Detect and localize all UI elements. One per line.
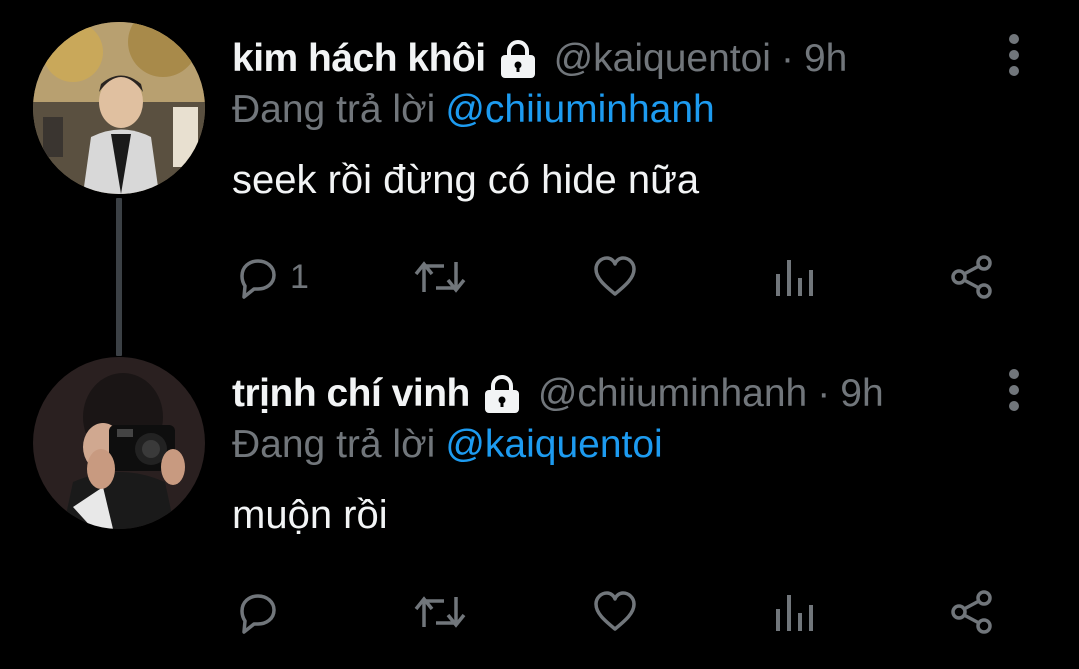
analytics-icon xyxy=(776,595,813,631)
share-icon xyxy=(951,255,992,299)
action-bar: 1 xyxy=(232,249,1012,305)
timestamp[interactable]: 9h xyxy=(840,372,883,416)
retweet-icon xyxy=(414,596,466,628)
like-icon xyxy=(594,256,636,296)
reply-icon xyxy=(240,259,276,299)
retweet-button[interactable] xyxy=(410,584,470,640)
reply-button[interactable]: 1 xyxy=(232,249,309,305)
tweet-header: trịnh chí vinh @chiiuminhanh · 9h xyxy=(232,369,884,419)
user-handle[interactable]: @chiiuminhanh xyxy=(538,372,807,416)
like-button[interactable] xyxy=(590,249,640,305)
user-handle[interactable]: @kaiquentoi xyxy=(554,37,771,81)
tweet[interactable]: trịnh chí vinh @chiiuminhanh · 9h Đang t… xyxy=(0,335,1079,669)
like-button[interactable] xyxy=(590,584,640,640)
analytics-button[interactable] xyxy=(770,584,820,640)
thread-connector xyxy=(116,198,122,356)
tweet-text: muộn rồi xyxy=(232,493,388,537)
retweet-icon xyxy=(414,261,466,293)
action-bar xyxy=(232,584,1012,640)
reply-mention-link[interactable]: @chiiuminhanh xyxy=(445,88,714,131)
avatar[interactable] xyxy=(33,22,205,194)
reply-button[interactable] xyxy=(232,584,290,640)
separator: · xyxy=(780,37,794,80)
reply-context: Đang trả lời @chiiuminhanh xyxy=(232,88,715,132)
reply-count: 1 xyxy=(290,257,309,296)
reply-prefix: Đang trả lời xyxy=(232,423,436,466)
more-vertical-icon[interactable] xyxy=(1004,369,1024,413)
analytics-button[interactable] xyxy=(770,249,820,305)
analytics-icon xyxy=(776,260,813,296)
like-icon xyxy=(594,591,636,631)
tweet-header: kim hách khôi @kaiquentoi · 9h xyxy=(232,34,847,84)
avatar[interactable] xyxy=(33,357,205,529)
tweet-text: seek rồi đừng có hide nữa xyxy=(232,158,700,202)
share-icon xyxy=(951,590,992,634)
lock-icon xyxy=(480,374,524,414)
retweet-button[interactable] xyxy=(410,249,470,305)
reply-mention-link[interactable]: @kaiquentoi xyxy=(445,423,662,466)
lock-icon xyxy=(496,39,540,79)
reply-prefix: Đang trả lời xyxy=(232,88,436,131)
timestamp[interactable]: 9h xyxy=(804,37,847,81)
more-vertical-icon[interactable] xyxy=(1004,34,1024,78)
display-name[interactable]: trịnh chí vinh xyxy=(232,372,470,416)
tweet[interactable]: kim hách khôi @kaiquentoi · 9h Đang trả … xyxy=(0,0,1079,356)
separator: · xyxy=(817,372,831,415)
display-name[interactable]: kim hách khôi xyxy=(232,37,486,81)
share-button[interactable] xyxy=(947,249,997,305)
share-button[interactable] xyxy=(947,584,997,640)
reply-context: Đang trả lời @kaiquentoi xyxy=(232,423,663,467)
reply-icon xyxy=(240,594,276,634)
